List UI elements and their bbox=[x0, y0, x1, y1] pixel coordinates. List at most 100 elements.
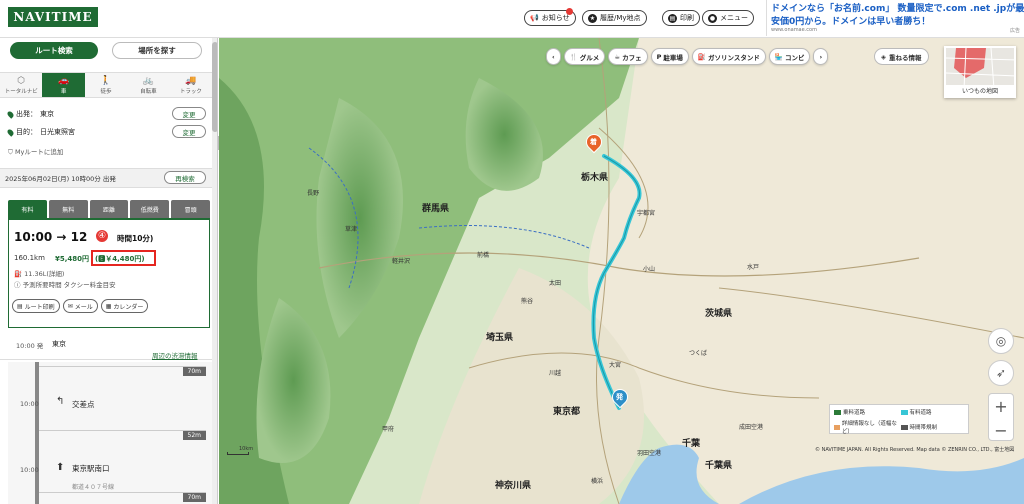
calendar-icon: ▦ bbox=[105, 302, 112, 310]
tab-walk[interactable]: 🚶 徒歩 bbox=[84, 73, 128, 97]
layers-icon: ◈ bbox=[881, 52, 886, 61]
print-button[interactable]: ▤ 印刷 bbox=[662, 10, 700, 26]
route-print-button[interactable]: ▤ ルート印刷 bbox=[12, 299, 60, 313]
pin-icon bbox=[6, 109, 15, 119]
map-label-ibaraki[interactable]: 茨城県 bbox=[705, 306, 732, 319]
chip-gourmet[interactable]: 🍴 グルメ bbox=[563, 48, 606, 65]
tab-car[interactable]: 🚗 車 bbox=[42, 73, 85, 97]
map-label-tochigi[interactable]: 栃木県 bbox=[581, 170, 608, 183]
map-label-tokyo[interactable]: 東京都 bbox=[553, 404, 580, 417]
car-icon: 🚗 bbox=[58, 75, 70, 86]
printer-icon: ▤ bbox=[17, 302, 23, 310]
map-label-kusatsu[interactable]: 草津 bbox=[345, 224, 357, 233]
step-road: 都道４０７号線 bbox=[72, 484, 115, 491]
step-name[interactable]: 交差点 bbox=[72, 399, 95, 410]
tab-distance[interactable]: 距離 bbox=[89, 200, 129, 218]
bicycle-icon: 🚲 bbox=[142, 75, 155, 86]
research-button[interactable]: 再検索 bbox=[164, 171, 206, 184]
step-time: 10:00 bbox=[20, 466, 39, 474]
chevron-right-chip[interactable]: › bbox=[813, 48, 829, 65]
origin-value[interactable]: 東京 bbox=[40, 109, 54, 119]
map-label-kofu[interactable]: 甲府 bbox=[382, 424, 394, 433]
tab-bicycle[interactable]: 🚲 自転車 bbox=[127, 73, 170, 97]
layers-button[interactable]: ◈ 重ねる情報 bbox=[874, 48, 929, 65]
current-location-button[interactable]: ◎ bbox=[988, 328, 1014, 354]
store-icon: 🏪 bbox=[774, 52, 783, 61]
bookmark-icon: ⛉ bbox=[8, 148, 15, 156]
fork-icon: 🍴 bbox=[569, 52, 578, 61]
step-name[interactable]: 東京駅南口 bbox=[72, 463, 110, 474]
place-search-button[interactable]: 場所を探す bbox=[112, 42, 202, 59]
start-name[interactable]: 東京 bbox=[52, 339, 66, 349]
map-label-nagano[interactable]: 長野 bbox=[307, 188, 319, 197]
menu-button[interactable]: ● メニュー bbox=[702, 10, 754, 26]
straight-icon: ⬆ bbox=[56, 462, 65, 473]
change-destination-button[interactable]: 変更 bbox=[172, 125, 206, 138]
map-label-ota[interactable]: 太田 bbox=[549, 278, 561, 287]
ad-banner[interactable]: ドメインなら「お名前.com」 数量限定で.com .net .jpが最 安価0… bbox=[766, 0, 1024, 36]
chip-convenience[interactable]: 🏪 コンビ bbox=[768, 48, 811, 65]
map-label-yokohama[interactable]: 横浜 bbox=[591, 476, 603, 485]
legend-swatch bbox=[834, 424, 840, 430]
compass-button[interactable]: ➶ bbox=[988, 360, 1014, 386]
map-label-omiya[interactable]: 大宮 bbox=[609, 360, 621, 369]
gas-icon: ⛽ bbox=[697, 52, 706, 61]
map-label-saitama[interactable]: 埼玉県 bbox=[486, 330, 513, 343]
change-origin-button[interactable]: 変更 bbox=[172, 107, 206, 120]
tab-other[interactable]: 冒頭 bbox=[171, 200, 210, 218]
map-label-mito[interactable]: 水戸 bbox=[747, 262, 759, 271]
map-label-utsunomiya[interactable]: 宇都宮 bbox=[637, 208, 655, 217]
map-label-chiba[interactable]: 千葉県 bbox=[705, 458, 732, 471]
ad-url: www.onamae.com bbox=[771, 27, 817, 33]
tab-toll[interactable]: 有料 bbox=[8, 200, 47, 218]
chip-parking[interactable]: P 駐車場 bbox=[650, 48, 689, 65]
history-button[interactable]: ★ 履歴/My地点 bbox=[582, 10, 647, 26]
route-summary[interactable]: 10:00 → 12 時間10分) ④ 160.1km ¥5,480円 (🅴￥4… bbox=[8, 218, 210, 328]
zoom-in-button[interactable]: + bbox=[989, 394, 1013, 418]
chevron-left-icon: ‹ bbox=[552, 52, 555, 61]
chip-cafe[interactable]: ☕ カフェ bbox=[608, 48, 648, 65]
map-label-gunma[interactable]: 群馬県 bbox=[422, 201, 449, 214]
route-note: ⓘ 予測所要時間 タクシー料金目安 bbox=[14, 281, 116, 289]
step-distance: 52m bbox=[39, 430, 206, 440]
start-time: 10:00 発 bbox=[16, 342, 44, 350]
calendar-button[interactable]: ▦ カレンダー bbox=[100, 299, 149, 313]
map-copyright: © NAVITIME JAPAN. All Rights Reserved. M… bbox=[815, 447, 1015, 453]
tab-free[interactable]: 無料 bbox=[48, 200, 88, 218]
chip-gas[interactable]: ⛽ ガソリンスタンド bbox=[691, 48, 766, 65]
zoom-out-button[interactable]: − bbox=[989, 418, 1013, 442]
map-label-narita[interactable]: 成田空港 bbox=[739, 422, 763, 431]
chevron-left-chip[interactable]: ‹ bbox=[546, 48, 561, 65]
map-label-kumagaya[interactable]: 熊谷 bbox=[521, 296, 533, 305]
navitime-logo[interactable]: NAVITIME bbox=[8, 7, 98, 27]
route-search-button[interactable]: ルート検索 bbox=[10, 42, 98, 59]
printer-icon: ▤ bbox=[668, 13, 677, 23]
map-label-maebashi[interactable]: 前橋 bbox=[477, 250, 489, 259]
tab-total-navi[interactable]: ⬡ トータルナビ bbox=[0, 73, 43, 97]
hexagon-icon: ⬡ bbox=[17, 75, 26, 86]
map-label-karuizawa[interactable]: 軽井沢 bbox=[392, 256, 410, 265]
mode-switch: ルート検索 場所を探す bbox=[0, 38, 212, 64]
minimap[interactable]: いつもの地図 bbox=[944, 46, 1016, 98]
map-label-chiba-city[interactable]: 千葉 bbox=[682, 436, 700, 449]
route-fuel[interactable]: ⛽ 11.36L(詳細) bbox=[14, 268, 64, 278]
transport-tabs: ⬡ トータルナビ 🚗 車 🚶 徒歩 🚲 自転車 🚚 トラック bbox=[0, 72, 213, 98]
destination-value[interactable]: 日光東照宮 bbox=[40, 127, 75, 137]
category-chips: ‹ 🍴 グルメ ☕ カフェ P 駐車場 ⛽ ガソリンスタンド 🏪 コンビ › bbox=[546, 48, 829, 66]
tab-truck[interactable]: 🚚 トラック bbox=[169, 73, 213, 97]
ad-tag: 広告 bbox=[1009, 28, 1020, 34]
map-label-kanagawa[interactable]: 神奈川県 bbox=[495, 478, 531, 491]
map-label-oyama[interactable]: 小山 bbox=[643, 264, 655, 273]
sidebar-scroll-thumb[interactable] bbox=[212, 42, 217, 132]
etc-fare: (🅴￥4,480円) bbox=[95, 255, 145, 263]
tab-eco[interactable]: 低燃費 bbox=[130, 200, 170, 218]
map-label-kawagoe[interactable]: 川越 bbox=[549, 368, 561, 377]
nearby-traffic-link[interactable]: 周辺の渋滞情報 bbox=[152, 350, 198, 360]
destination-row: 目的： 日光東照宮 bbox=[6, 126, 75, 138]
map-label-haneda[interactable]: 羽田空港 bbox=[637, 448, 661, 457]
map-label-tsukuba[interactable]: つくば bbox=[689, 348, 707, 357]
mail-button[interactable]: ✉ メール bbox=[62, 299, 98, 313]
add-myroute-link[interactable]: ⛉ Myルートに追加 bbox=[8, 146, 63, 157]
zoom-control: + − bbox=[988, 393, 1014, 441]
step-distance: 70m bbox=[39, 366, 206, 376]
